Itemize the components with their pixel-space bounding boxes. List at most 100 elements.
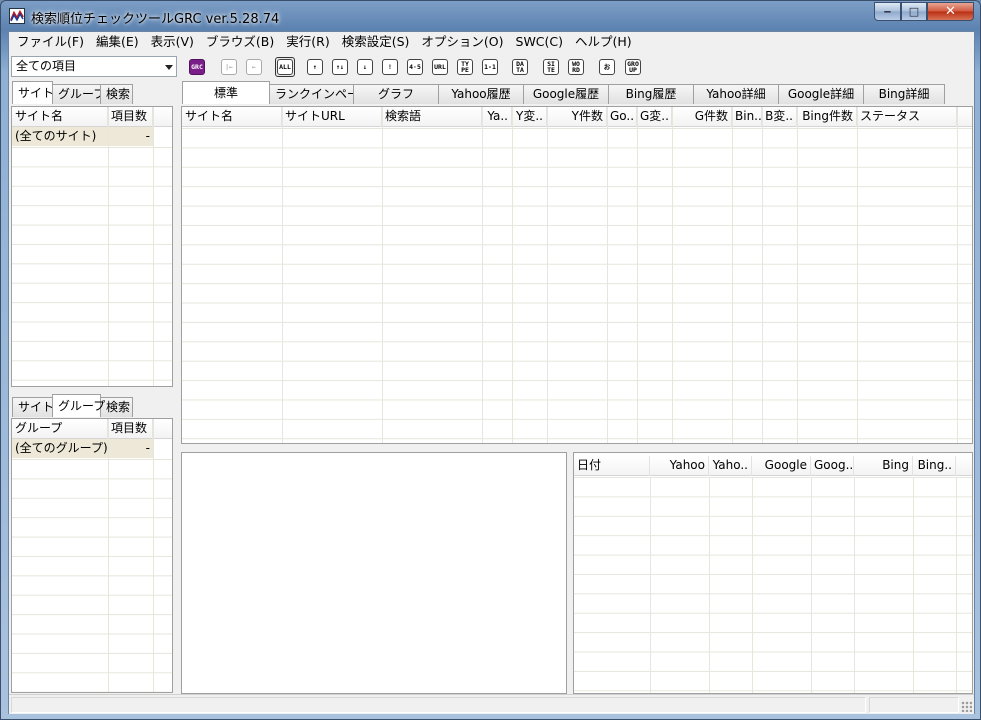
column-status[interactable]: ステータス — [857, 107, 957, 127]
tab-site[interactable]: サイト — [12, 397, 54, 417]
tab-group[interactable]: グループ — [52, 394, 105, 417]
grid-line — [811, 477, 812, 693]
rank-45-button[interactable]: 4·5 — [405, 57, 425, 77]
column-yahoo[interactable]: Yahoo — [650, 456, 709, 476]
column-site-name[interactable]: サイト名 — [182, 107, 282, 127]
tab-yahoo-detail[interactable]: Yahoo詳細 — [693, 84, 779, 104]
column-google[interactable]: Google — [752, 456, 811, 476]
menu-browse[interactable]: ブラウズ(B) — [200, 32, 280, 52]
grid-line — [482, 107, 483, 443]
column-yahoo-count[interactable]: Y件数 — [547, 107, 607, 127]
tab-bing-history[interactable]: Bing履歴 — [608, 84, 694, 104]
first-button[interactable]: |← — [219, 57, 239, 77]
prev-button[interactable]: ← — [244, 57, 264, 77]
site-button[interactable]: SI TE — [541, 57, 561, 77]
column-site-name[interactable]: サイト名 — [12, 107, 108, 127]
tab-graph[interactable]: グラフ — [353, 84, 439, 104]
tab-bing-detail[interactable]: Bing詳細 — [863, 84, 945, 104]
one-one-button[interactable]: 1-1 — [480, 57, 500, 77]
grc-icon: GRC — [189, 59, 205, 75]
all-button[interactable]: ALL — [275, 57, 295, 77]
column-yahoo-change[interactable]: Yaho.. — [709, 456, 752, 476]
column-google-change[interactable]: G変.. — [637, 107, 672, 127]
menu-edit[interactable]: 編集(E) — [90, 32, 145, 52]
ranking-table[interactable]: サイト名 サイトURL 検索語 Ya.. Y変.. Y件数 Go.. G変.. … — [181, 106, 973, 444]
column-google-change[interactable]: Goog.. — [811, 456, 854, 476]
app-logo-icon — [9, 8, 25, 24]
column-keyword[interactable]: 検索語 — [382, 107, 482, 127]
up-button[interactable]: ↑ — [305, 57, 325, 77]
minimize-button[interactable]: ‒ — [874, 2, 901, 21]
grid-line — [108, 107, 109, 386]
column-yahoo-rank[interactable]: Ya.. — [482, 107, 512, 127]
grid-line — [762, 107, 763, 443]
tab-google-detail[interactable]: Google詳細 — [778, 84, 864, 104]
column-bing-change[interactable]: B変.. — [762, 107, 797, 127]
menu-run[interactable]: 実行(R) — [280, 32, 335, 52]
tab-google-history[interactable]: Google履歴 — [523, 84, 609, 104]
item-count-cell: - — [145, 129, 150, 143]
tab-standard[interactable]: 標準 — [182, 81, 270, 104]
column-date[interactable]: 日付 — [574, 456, 650, 476]
tab-site[interactable]: サイト — [12, 81, 54, 104]
updown-button[interactable]: ↑↓ — [330, 57, 350, 77]
toolbar: 全ての項目 GRC |← ← ALL ↑ ↑↓ ↓ ! 4·5 URL TY P… — [9, 53, 974, 79]
grid-line — [547, 107, 548, 443]
close-icon: ✕ — [945, 4, 956, 19]
column-yahoo-change[interactable]: Y変.. — [512, 107, 547, 127]
all-icon: ALL — [277, 59, 293, 75]
group-button[interactable]: GRO UP — [623, 57, 643, 77]
grid-line — [382, 107, 383, 443]
tab-rankin-page[interactable]: ランクインページ — [269, 84, 371, 104]
updown-arrow-icon: ↑↓ — [332, 59, 348, 75]
column-site-url[interactable]: サイトURL — [282, 107, 382, 127]
list-item[interactable]: (全てのサイト) - — [12, 127, 153, 146]
menu-file[interactable]: ファイル(F) — [11, 32, 90, 52]
column-bing-change[interactable]: Bing.. — [913, 456, 956, 476]
title-bar[interactable]: 検索順位チェックツールGRC ver.5.28.74 ‒ □ ✕ — [1, 1, 980, 31]
column-bing[interactable]: Bing — [854, 456, 913, 476]
column-item-count[interactable]: 項目数 — [108, 107, 153, 127]
site-list[interactable]: サイト名 項目数 (全てのサイト) - — [11, 106, 173, 387]
status-segment — [11, 697, 866, 713]
column-item-count[interactable]: 項目数 — [108, 419, 153, 439]
group-list[interactable]: グループ 項目数 (全てのグループ) - — [11, 418, 173, 693]
grid-line — [752, 477, 753, 693]
menu-swc[interactable]: SWC(C) — [510, 32, 570, 52]
column-group[interactable]: グループ — [12, 419, 108, 439]
menu-view[interactable]: 表示(V) — [145, 32, 200, 52]
maximize-icon: □ — [908, 5, 920, 18]
tab-group[interactable]: グループ — [52, 84, 105, 104]
grid-line — [913, 477, 914, 693]
list-item[interactable]: (全てのグループ) - — [12, 439, 153, 458]
menu-options[interactable]: オプション(O) — [415, 32, 509, 52]
close-button[interactable]: ✕ — [927, 2, 974, 21]
main-tabs: 標準 ランクインページ グラフ Yahoo履歴 Google履歴 Bing履歴 … — [182, 81, 945, 104]
url-button[interactable]: URL — [430, 57, 450, 77]
history-table[interactable]: 日付 Yahoo Yaho.. Google Goog.. Bing Bing.… — [573, 452, 973, 694]
detail-pane[interactable] — [181, 452, 567, 694]
grc-button[interactable]: GRC — [187, 57, 207, 77]
type-button[interactable]: TY PE — [455, 57, 475, 77]
o-button[interactable]: お — [597, 57, 617, 77]
menu-help[interactable]: ヘルプ(H) — [569, 32, 638, 52]
column-google-count[interactable]: G件数 — [672, 107, 732, 127]
grid-line — [957, 107, 958, 443]
column-google-rank[interactable]: Go.. — [607, 107, 637, 127]
maximize-button[interactable]: □ — [901, 2, 927, 21]
data-button[interactable]: DA TA — [510, 57, 530, 77]
tab-search[interactable]: 検索 — [100, 84, 133, 104]
menu-search-settings[interactable]: 検索設定(S) — [336, 32, 416, 52]
grid-line — [650, 477, 651, 693]
column-bing-count[interactable]: Bing件数 — [797, 107, 857, 127]
resize-grip-icon[interactable] — [961, 701, 972, 712]
down-button[interactable]: ↓ — [355, 57, 375, 77]
alert-button[interactable]: ! — [380, 57, 400, 77]
tab-yahoo-history[interactable]: Yahoo履歴 — [438, 84, 524, 104]
column-bing-rank[interactable]: Bin.. — [732, 107, 762, 127]
item-filter-select[interactable]: 全ての項目 — [11, 56, 177, 77]
grid-line — [512, 107, 513, 443]
word-button[interactable]: WO RD — [566, 57, 586, 77]
grid-line — [607, 107, 608, 443]
first-icon: |← — [221, 59, 237, 75]
